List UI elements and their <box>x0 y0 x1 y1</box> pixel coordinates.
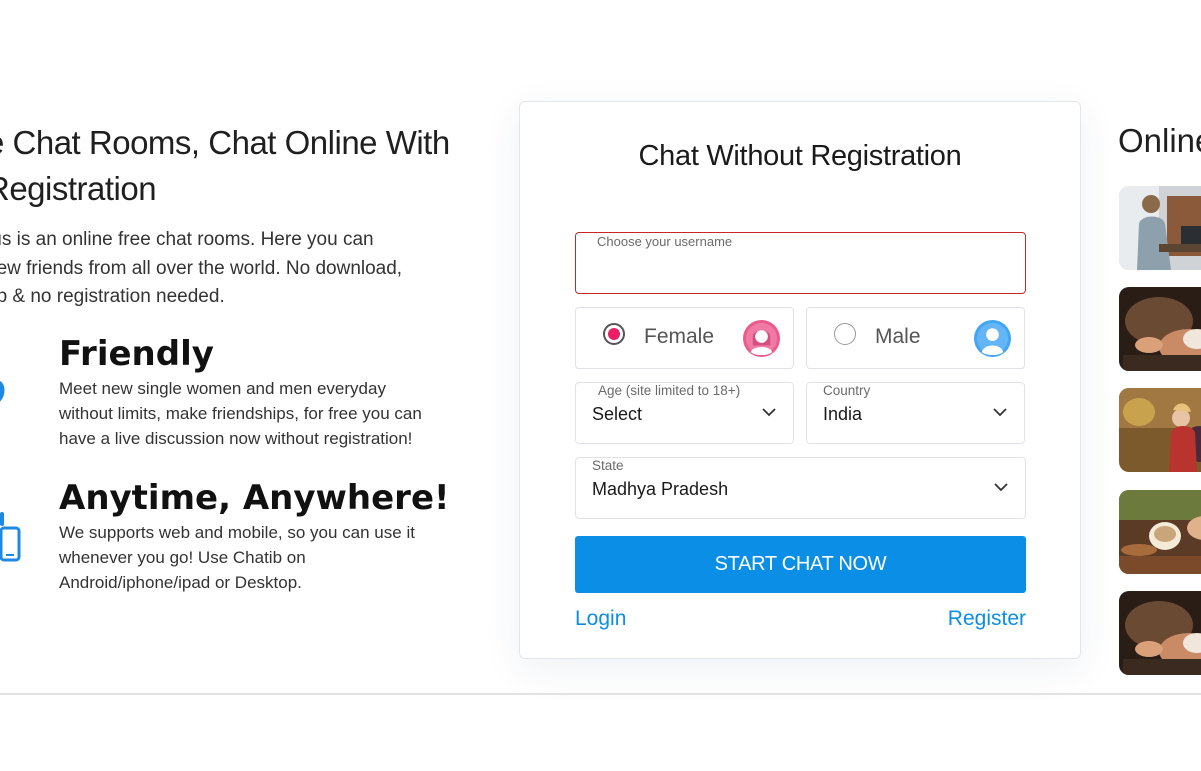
male-label: Male <box>875 325 921 348</box>
start-chat-button[interactable]: START CHAT NOW <box>575 536 1026 593</box>
photo-image <box>1119 186 1201 270</box>
online-user-thumbnail[interactable] <box>1119 287 1201 371</box>
female-radio[interactable] <box>603 323 625 345</box>
state-label: State <box>592 458 624 473</box>
page: e Chat Rooms, Chat Online With Registrat… <box>0 0 1201 771</box>
feature-friendly-description-line3: have a live discussion now without regis… <box>59 429 413 448</box>
female-avatar-icon <box>743 320 780 357</box>
female-label: Female <box>644 325 715 348</box>
gender-option-female[interactable]: Female <box>575 307 794 369</box>
footer-divider <box>0 693 1201 695</box>
chat-form-card: Chat Without Registration Choose your us… <box>519 101 1081 659</box>
intro-section: e Chat Rooms, Chat Online With Registrat… <box>0 120 476 312</box>
intro-description: .us is an online free chat rooms. Here y… <box>0 226 446 312</box>
online-user-thumbnail[interactable] <box>1119 490 1201 574</box>
phone-icon <box>0 512 21 562</box>
country-value: India <box>823 404 863 424</box>
state-select[interactable]: State Madhya Pradesh <box>575 457 1026 519</box>
page-title-line2: Registration <box>0 170 157 207</box>
feature-friendly-title: Friendly <box>59 334 214 374</box>
chevron-down-icon <box>762 408 776 417</box>
page-title: e Chat Rooms, Chat Online With Registrat… <box>0 120 476 212</box>
online-user-thumbnail[interactable] <box>1119 591 1201 675</box>
feature-anytime-description: We supports web and mobile, so you can u… <box>59 520 459 595</box>
feature-anytime: Anytime, Anywhere! We supports web and m… <box>59 478 459 595</box>
intro-description-line2: new friends from all over the world. No … <box>0 257 403 279</box>
form-title: Chat Without Registration <box>638 140 962 172</box>
photo-image <box>1119 388 1201 472</box>
intro-description-line3: up & no registration needed. <box>0 286 225 307</box>
username-input[interactable] <box>596 257 1000 287</box>
heart-icon <box>0 381 5 402</box>
feature-anytime-description-line3: Android/iphone/ipad or Desktop. <box>59 573 302 592</box>
feature-friendly-description-line1: Meet new single women and men everyday <box>59 379 386 398</box>
country-label: Country <box>823 383 871 398</box>
male-avatar-icon <box>974 320 1011 357</box>
feature-friendly: Friendly Meet new single women and men e… <box>59 334 459 451</box>
intro-description-line1: .us is an online free chat rooms. Here y… <box>0 229 374 250</box>
username-field[interactable]: Choose your username <box>575 232 1026 294</box>
feature-anytime-title: Anytime, Anywhere! <box>59 478 450 518</box>
feature-friendly-description-line2: without limits, make friendships, for fr… <box>59 404 422 423</box>
photo-image <box>1119 287 1201 371</box>
male-radio[interactable] <box>834 323 856 345</box>
state-value: Madhya Pradesh <box>592 479 729 499</box>
photo-image <box>1119 591 1201 675</box>
online-user-thumbnail[interactable] <box>1119 186 1201 270</box>
age-label: Age (site limited to 18+) <box>598 383 741 398</box>
username-label: Choose your username <box>597 234 733 249</box>
photo-image <box>1119 490 1201 574</box>
online-section-title: Online <box>1118 122 1201 159</box>
gender-option-male[interactable]: Male <box>806 307 1025 369</box>
age-value: Select <box>592 404 643 424</box>
country-select[interactable]: Country India <box>806 382 1025 444</box>
feature-anytime-description-line1: We supports web and mobile, so you can u… <box>59 523 415 542</box>
feature-friendly-description: Meet new single women and men everyday w… <box>59 376 459 451</box>
login-link[interactable]: Login <box>575 607 626 631</box>
feature-anytime-description-line2: whenever you go! Use Chatib on <box>59 548 306 567</box>
age-select[interactable]: Age (site limited to 18+) Select <box>575 382 794 444</box>
register-link[interactable]: Register <box>948 607 1026 631</box>
online-user-thumbnail[interactable] <box>1119 388 1201 472</box>
page-title-line1: e Chat Rooms, Chat Online With <box>0 124 450 161</box>
chevron-down-icon <box>993 408 1007 417</box>
chevron-down-icon <box>994 483 1008 492</box>
